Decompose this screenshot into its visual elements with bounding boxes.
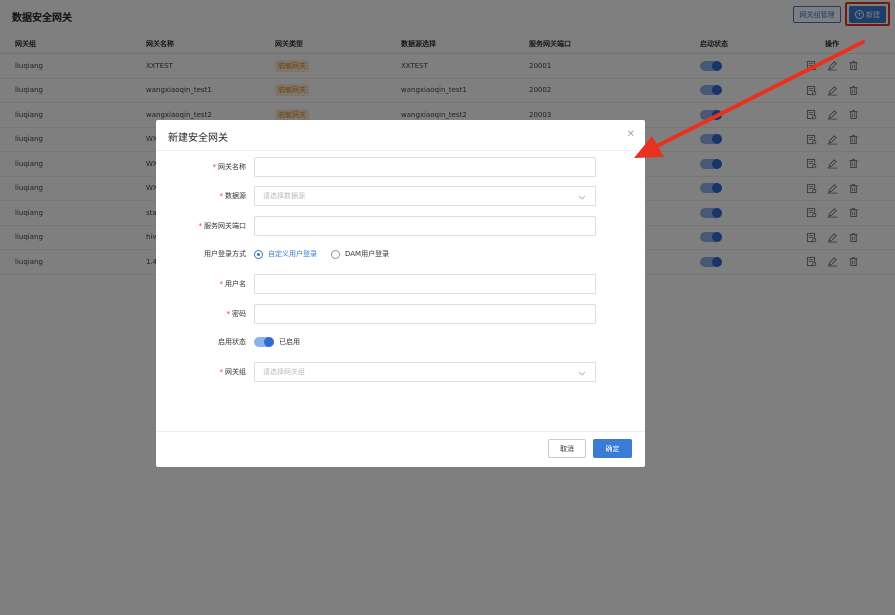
gateway-group-select[interactable]: 请选择网关组 <box>254 362 596 382</box>
radio-custom-login[interactable]: 自定义用户登录 <box>254 249 317 259</box>
confirm-button[interactable]: 确定 <box>593 439 632 458</box>
radio-dam-login[interactable]: DAM用户登录 <box>331 249 389 259</box>
radio-checked-icon <box>254 249 263 259</box>
login-method-radio-group: 自定义用户登录 DAM用户登录 <box>254 244 389 264</box>
chevron-down-icon <box>578 371 586 376</box>
close-icon[interactable]: ✕ <box>627 129 635 140</box>
dialog-title: 新建安全网关 <box>168 133 228 144</box>
dialog-header-divider <box>156 150 645 151</box>
chevron-down-icon <box>578 195 586 200</box>
username-label: * 用户名 <box>219 280 247 288</box>
service-port-label: * 服务网关端口 <box>198 222 247 230</box>
radio-custom-login-label: 自定义用户登录 <box>268 250 317 258</box>
dialog-footer-divider <box>156 431 645 432</box>
new-gateway-dialog: 新建安全网关 ✕ * 网关名称 * 数据源 请选择数据源 * 服务网关端口 用户登录方… <box>156 120 645 467</box>
enable-status-toggle[interactable] <box>254 337 274 347</box>
password-input[interactable] <box>254 304 596 324</box>
radio-unchecked-icon <box>331 249 340 259</box>
username-input[interactable] <box>254 274 596 294</box>
gateway-group-placeholder: 请选择网关组 <box>263 368 305 376</box>
enable-status-control: 已启用 <box>254 332 300 352</box>
data-source-select[interactable]: 请选择数据源 <box>254 186 596 206</box>
service-port-input[interactable] <box>254 216 596 236</box>
gateway-group-label: * 网关组 <box>219 368 247 376</box>
enable-status-value: 已启用 <box>279 338 300 346</box>
enable-status-label: 启用状态 <box>218 338 246 346</box>
gateway-name-label: * 网关名称 <box>212 163 247 171</box>
cancel-button[interactable]: 取消 <box>548 439 586 458</box>
login-method-label: 用户登录方式 <box>204 250 246 258</box>
data-source-label: * 数据源 <box>219 192 247 200</box>
radio-dam-login-label: DAM用户登录 <box>345 250 390 258</box>
gateway-name-input[interactable] <box>254 157 596 177</box>
password-label: * 密码 <box>226 310 247 318</box>
data-source-placeholder: 请选择数据源 <box>263 192 305 200</box>
